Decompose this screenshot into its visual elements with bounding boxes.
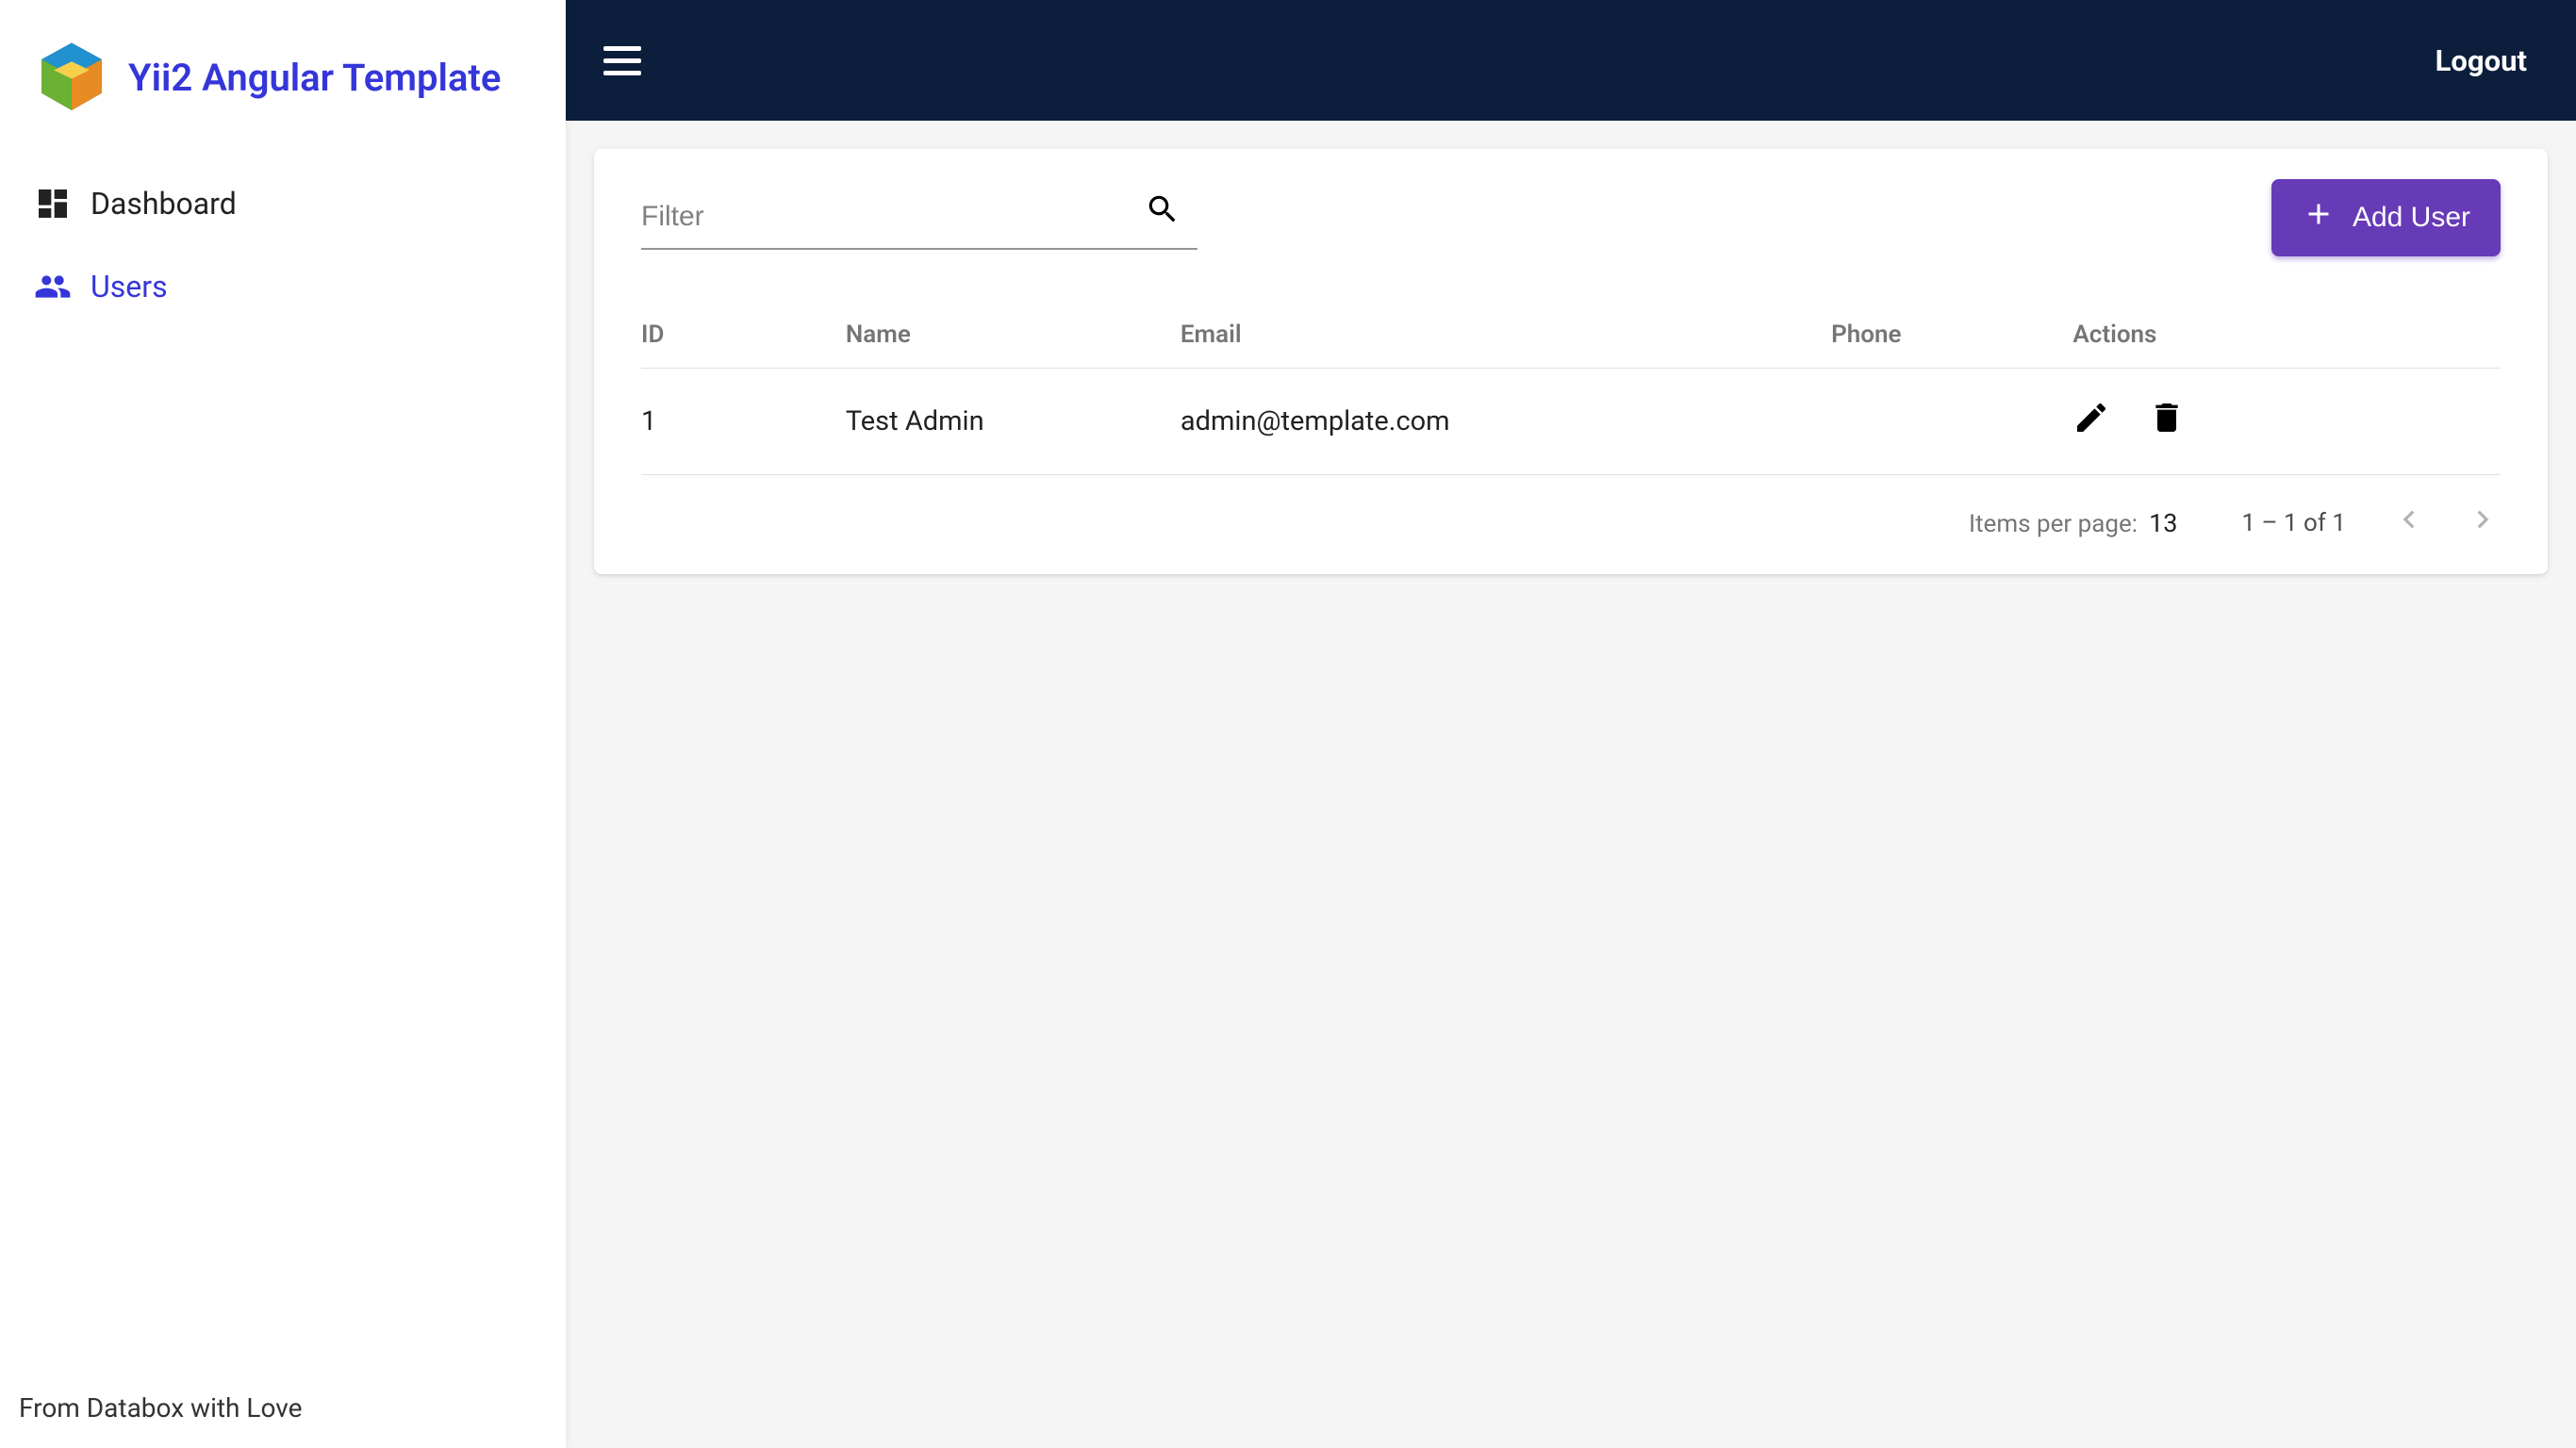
delete-icon[interactable] (2148, 399, 2186, 444)
items-per-page-select[interactable]: 13 (2149, 508, 2177, 538)
column-header-email[interactable]: Email (1181, 302, 1831, 369)
search-icon (1145, 191, 1181, 227)
table-row: 1 Test Admin admin@template.com (641, 369, 2501, 475)
paginator-prev-button[interactable] (2391, 502, 2427, 544)
users-card: Add User ID Name Email Phone Actions (594, 149, 2548, 574)
cell-name: Test Admin (846, 369, 1181, 475)
sidebar-item-dashboard[interactable]: Dashboard (0, 170, 566, 238)
sidebar-footer: From Databox with Love (0, 1368, 566, 1448)
cell-actions (2072, 369, 2501, 475)
menu-toggle-button[interactable] (603, 34, 656, 87)
paginator: Items per page: 13 1 – 1 of 1 (641, 475, 2501, 555)
sidebar-item-label: Users (91, 269, 168, 304)
card-header: Add User (641, 149, 2501, 256)
add-user-label: Add User (2353, 202, 2470, 234)
brand-logo (34, 41, 109, 113)
cell-id: 1 (641, 369, 846, 475)
hamburger-icon (603, 46, 641, 51)
cell-email: admin@template.com (1181, 369, 1831, 475)
hamburger-icon (603, 58, 641, 63)
nav: Dashboard Users (0, 151, 566, 339)
hamburger-icon (603, 71, 641, 75)
users-table: ID Name Email Phone Actions 1 Test Admin… (641, 302, 2501, 475)
main: Logout (566, 0, 2576, 1448)
plus-icon (2302, 197, 2336, 239)
paginator-range: 1 – 1 of 1 (2241, 509, 2346, 537)
filter-input[interactable] (641, 186, 1197, 250)
add-user-button[interactable]: Add User (2271, 179, 2501, 256)
sidebar-item-users[interactable]: Users (0, 253, 566, 321)
items-per-page: Items per page: 13 (1969, 508, 2177, 538)
column-header-name[interactable]: Name (846, 302, 1181, 369)
sidebar-item-label: Dashboard (91, 186, 237, 222)
filter-field (641, 186, 1197, 250)
column-header-actions: Actions (2072, 302, 2501, 369)
column-header-id[interactable]: ID (641, 302, 846, 369)
topbar: Logout (566, 0, 2576, 121)
brand: Yii2 Angular Template (0, 0, 566, 151)
brand-title: Yii2 Angular Template (128, 56, 501, 100)
items-per-page-label: Items per page: (1969, 510, 2138, 538)
dashboard-icon (34, 185, 72, 222)
users-icon (34, 268, 72, 305)
logout-button[interactable]: Logout (2436, 43, 2527, 78)
edit-icon[interactable] (2072, 399, 2110, 444)
cell-phone (1831, 369, 2072, 475)
paginator-next-button[interactable] (2465, 502, 2501, 544)
column-header-phone[interactable]: Phone (1831, 302, 2072, 369)
content: Add User ID Name Email Phone Actions (566, 121, 2576, 1448)
sidebar: Yii2 Angular Template Dashboard Users (0, 0, 566, 1448)
